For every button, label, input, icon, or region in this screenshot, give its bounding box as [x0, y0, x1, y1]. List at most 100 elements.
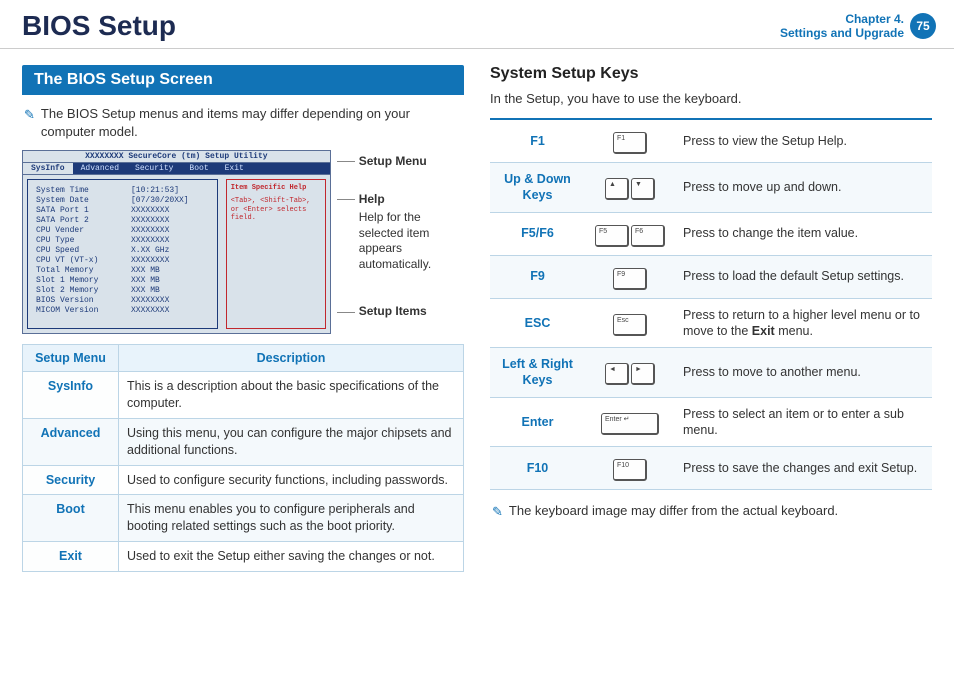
keycap-icon: F6	[631, 225, 665, 247]
setup-menu-table: Setup Menu Description SysInfoThis is a …	[22, 344, 464, 572]
table-row: SecurityUsed to configure security funct…	[23, 465, 464, 495]
note-text: The BIOS Setup menus and items may diffe…	[41, 105, 464, 140]
bios-row: CPU VT (VT-x)XXXXXXXX	[36, 256, 209, 266]
bios-row: Slot 2 MemoryXXX MB	[36, 286, 209, 296]
key-image: ▲▼	[585, 163, 675, 213]
key-image: F10	[585, 447, 675, 490]
menu-name: Advanced	[23, 418, 119, 465]
table-row: SysInfoThis is a description about the b…	[23, 372, 464, 419]
key-image: ◄►	[585, 348, 675, 398]
bios-row: MICOM VersionXXXXXXXX	[36, 306, 209, 316]
bios-row: Slot 1 MemoryXXX MB	[36, 276, 209, 286]
table-row: Enter Enter ↵ Press to select an item or t…	[490, 397, 932, 447]
key-image: F1	[585, 119, 675, 163]
system-setup-keys-intro: In the Setup, you have to use the keyboa…	[490, 91, 932, 106]
callout-setup-menu: Setup Menu	[359, 154, 427, 168]
keycap-icon: ▲	[605, 178, 629, 200]
key-name: Up & Down Keys	[490, 163, 585, 213]
menu-desc: Using this menu, you can configure the m…	[119, 418, 464, 465]
keycap-icon: F9	[613, 268, 647, 290]
menu-desc: This menu enables you to configure perip…	[119, 495, 464, 542]
bios-row: Total MemoryXXX MB	[36, 266, 209, 276]
bios-tab-security: Security	[127, 163, 181, 174]
bios-row: System Time[10:21:53]	[36, 186, 209, 196]
bios-tab-exit: Exit	[217, 163, 252, 174]
bios-row: CPU VenderXXXXXXXX	[36, 226, 209, 236]
key-desc: Press to move to another menu.	[675, 348, 932, 398]
key-name: ESC	[490, 298, 585, 348]
page-title: BIOS Setup	[22, 10, 176, 42]
bios-row: System Date[07/30/20XX]	[36, 196, 209, 206]
note-icon: ✎	[492, 503, 503, 521]
note-text: The keyboard image may differ from the a…	[509, 502, 838, 521]
note-model-differ: ✎ The BIOS Setup menus and items may dif…	[24, 105, 464, 140]
bios-tabs: SysInfoAdvancedSecurityBootExit	[23, 163, 330, 174]
bios-tab-advanced: Advanced	[73, 163, 127, 174]
table-row: F9 F9 Press to load the default Setup sett…	[490, 255, 932, 298]
page-number-badge: 75	[910, 13, 936, 39]
bios-tab-sysinfo: SysInfo	[23, 163, 73, 174]
key-desc: Press to view the Setup Help.	[675, 119, 932, 163]
table-row: ExitUsed to exit the Setup either saving…	[23, 542, 464, 572]
bios-help-title: Item Specific Help	[231, 184, 321, 193]
keycap-icon: ▼	[631, 178, 655, 200]
table-row: AdvancedUsing this menu, you can configu…	[23, 418, 464, 465]
bios-titlebar: XXXXXXXX SecureCore (tm) Setup Utility	[23, 151, 330, 163]
chapter-line2: Settings and Upgrade	[780, 26, 904, 40]
menu-name: Exit	[23, 542, 119, 572]
table-row: BootThis menu enables you to configure p…	[23, 495, 464, 542]
keycap-icon: Enter ↵	[601, 413, 659, 435]
keycap-icon: F1	[613, 132, 647, 154]
th-description: Description	[119, 345, 464, 372]
menu-desc: Used to configure security functions, in…	[119, 465, 464, 495]
th-setup-menu: Setup Menu	[23, 345, 119, 372]
key-desc: Press to select an item or to enter a su…	[675, 397, 932, 447]
keycap-icon: ◄	[605, 363, 629, 385]
menu-name: Security	[23, 465, 119, 495]
system-keys-table: F1 F1 Press to view the Setup Help. Up & Do…	[490, 118, 932, 490]
key-desc: Press to return to a higher level menu o…	[675, 298, 932, 348]
bios-help-body: <Tab>, <Shift-Tab>, or <Enter> selects f…	[231, 197, 321, 223]
table-row: ESC Esc Press to return to a higher level …	[490, 298, 932, 348]
bios-row: SATA Port 1XXXXXXXX	[36, 206, 209, 216]
menu-desc: This is a description about the basic sp…	[119, 372, 464, 419]
key-name: Left & Right Keys	[490, 348, 585, 398]
key-name: F1	[490, 119, 585, 163]
key-name: F9	[490, 255, 585, 298]
chapter-line1: Chapter 4.	[780, 12, 904, 26]
bios-tab-boot: Boot	[181, 163, 216, 174]
key-name: F5/F6	[490, 212, 585, 255]
keycap-icon: Esc	[613, 314, 647, 336]
bios-item-list: System Time[10:21:53]System Date[07/30/2…	[27, 179, 218, 329]
callout-setup-items: Setup Items	[359, 304, 427, 318]
bios-row: CPU TypeXXXXXXXX	[36, 236, 209, 246]
menu-name: Boot	[23, 495, 119, 542]
key-desc: Press to load the default Setup settings…	[675, 255, 932, 298]
section-bios-setup-screen-title: The BIOS Setup Screen	[22, 65, 464, 95]
key-name: F10	[490, 447, 585, 490]
keycap-icon: F5	[595, 225, 629, 247]
bios-callouts: Setup Menu Help Help for the selected it…	[337, 154, 464, 318]
note-keyboard-differ: ✎ The keyboard image may differ from the…	[492, 502, 932, 521]
menu-desc: Used to exit the Setup either saving the…	[119, 542, 464, 572]
table-row: Left & Right Keys◄►Press to move to anot…	[490, 348, 932, 398]
bios-row: BIOS VersionXXXXXXXX	[36, 296, 209, 306]
note-icon: ✎	[24, 106, 35, 140]
right-column: System Setup Keys In the Setup, you have…	[490, 65, 932, 572]
table-row: F10F10Press to save the changes and exit…	[490, 447, 932, 490]
section-system-setup-keys-title: System Setup Keys	[490, 65, 932, 83]
table-row: Up & Down Keys▲▼Press to move up and dow…	[490, 163, 932, 213]
bios-screenshot: XXXXXXXX SecureCore (tm) Setup Utility S…	[22, 150, 331, 334]
key-desc: Press to save the changes and exit Setup…	[675, 447, 932, 490]
key-image: Esc	[585, 298, 675, 348]
menu-name: SysInfo	[23, 372, 119, 419]
chapter-label: Chapter 4. Settings and Upgrade 75	[780, 12, 936, 41]
left-column: The BIOS Setup Screen ✎ The BIOS Setup m…	[22, 65, 464, 572]
key-image: F5F6	[585, 212, 675, 255]
bios-help-panel: Item Specific Help <Tab>, <Shift-Tab>, o…	[226, 179, 326, 329]
bios-row: SATA Port 2XXXXXXXX	[36, 216, 209, 226]
callout-help-sub: Help for the selected item appears autom…	[359, 210, 464, 272]
key-name: Enter	[490, 397, 585, 447]
bios-row: CPU SpeedX.XX GHz	[36, 246, 209, 256]
table-row: F1 F1 Press to view the Setup Help.	[490, 119, 932, 163]
